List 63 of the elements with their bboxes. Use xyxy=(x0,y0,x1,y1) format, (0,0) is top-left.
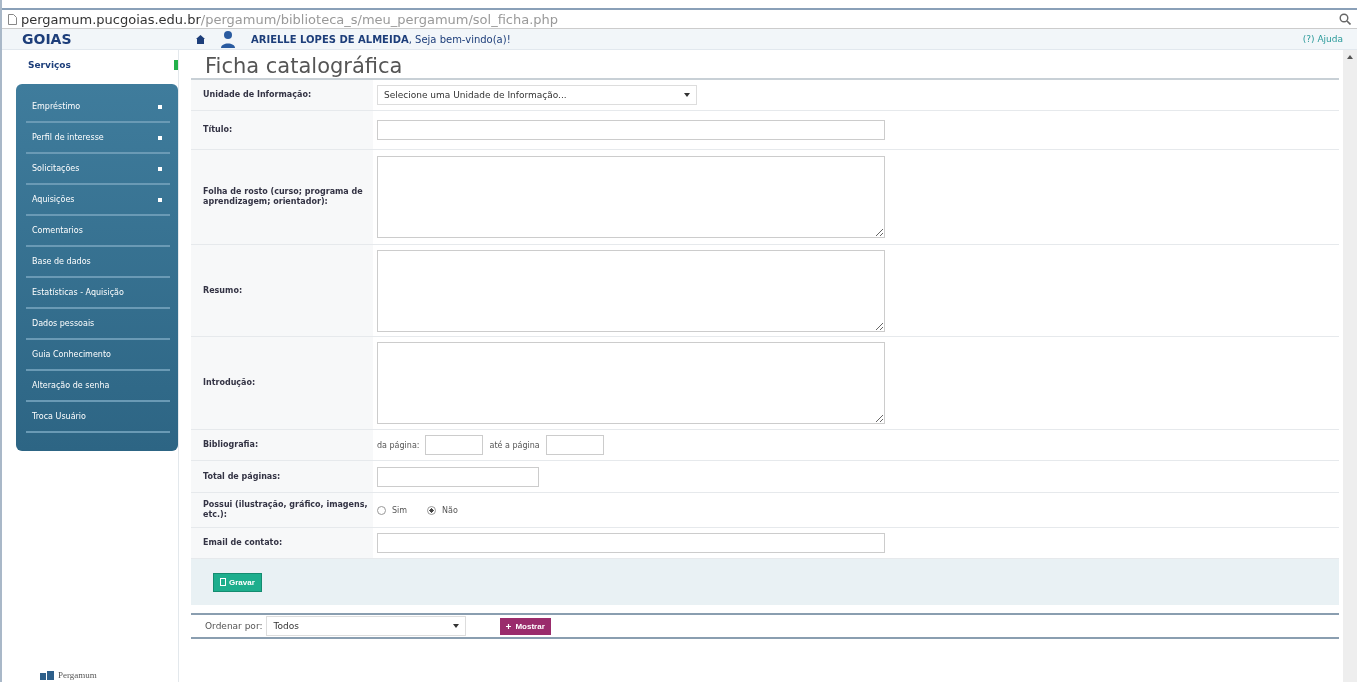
footer-text: Pergamum xyxy=(58,670,97,680)
home-icon[interactable] xyxy=(196,34,205,44)
plus-icon xyxy=(506,623,512,629)
field-label: Email de contato: xyxy=(191,528,373,558)
logo-text: GOIAS xyxy=(22,33,73,45)
field-label: Folha de rosto (curso; programa de aprendizagem; orientador): xyxy=(191,150,373,244)
scroll-up-icon[interactable] xyxy=(1347,54,1353,60)
sort-select[interactable]: Todos xyxy=(266,616,467,636)
menu-item[interactable]: Aquisições xyxy=(26,185,170,216)
unit-select[interactable]: Selecione uma Unidade de Informação... xyxy=(377,85,697,105)
page-title: Ficha catalográfica xyxy=(204,54,404,78)
field-label: Bibliografia: xyxy=(191,430,373,460)
input-field[interactable] xyxy=(425,435,484,455)
from-label: da página: xyxy=(377,440,420,450)
field-label: Possui (ilustração, gráfico, imagens, etc.): xyxy=(191,493,373,527)
menu-item[interactable]: Comentarios xyxy=(26,216,170,247)
scrollbar[interactable] xyxy=(1343,50,1357,682)
to-label: até a página xyxy=(489,440,540,450)
input-field[interactable] xyxy=(545,435,604,455)
submenu-arrow-icon xyxy=(158,197,162,202)
field-label: Introdução: xyxy=(191,337,373,429)
field-label: Título: xyxy=(191,111,373,149)
caret-icon xyxy=(453,623,460,629)
greeting-text: , Seja bem-vindo(a)! xyxy=(408,33,511,45)
page-icon xyxy=(8,13,17,25)
save-button[interactable]: Gravar xyxy=(213,572,262,592)
show-button[interactable]: Mostrar xyxy=(500,617,551,635)
menu-item[interactable]: Perfil de interesse xyxy=(26,123,170,154)
url-text: pergamum.pucgoias.edu.br/pergamum/biblioteca_s/meu_pergamum/sol_ficha.php xyxy=(21,11,559,27)
avatar-icon xyxy=(219,30,237,48)
books-icon xyxy=(40,670,54,680)
radio-button[interactable] xyxy=(377,505,386,515)
menu-item[interactable]: Estatísticas - Aquisição xyxy=(26,278,170,309)
input-field[interactable] xyxy=(377,466,539,487)
search-icon[interactable] xyxy=(1339,13,1351,25)
submenu-arrow-icon xyxy=(158,166,162,171)
caret-icon xyxy=(684,92,690,98)
user-name: ARIELLE LOPES DE ALMEIDA xyxy=(251,33,409,45)
menu-item[interactable]: Alteração de senha xyxy=(26,371,170,402)
collapse-icon[interactable] xyxy=(174,60,178,70)
menu-item[interactable]: Guia Conhecimento xyxy=(26,340,170,371)
sidebar-title: Serviços xyxy=(28,60,71,70)
menu-item[interactable]: Dados pessoais xyxy=(26,309,170,340)
input-field[interactable] xyxy=(377,533,885,553)
field-label: Resumo: xyxy=(191,245,373,336)
menu-item[interactable]: Troca Usuário xyxy=(26,402,170,433)
radio-label: Sim xyxy=(392,505,408,515)
document-icon xyxy=(220,578,226,586)
sort-label: Ordenar por: xyxy=(205,621,263,631)
menu-item[interactable]: Empréstimo xyxy=(26,92,170,123)
radio-button[interactable] xyxy=(427,505,437,515)
field-label: Unidade de Informação: xyxy=(191,80,373,110)
input-field[interactable] xyxy=(377,120,885,140)
submenu-arrow-icon xyxy=(158,135,162,140)
text-area[interactable] xyxy=(377,156,885,238)
menu-item[interactable]: Solicitações xyxy=(26,154,170,185)
text-area[interactable] xyxy=(377,342,885,424)
field-label: Total de páginas: xyxy=(191,461,373,492)
help-link[interactable]: (?) Ajuda xyxy=(1302,34,1343,44)
radio-label: Não xyxy=(442,505,458,515)
menu-item[interactable]: Base de dados xyxy=(26,247,170,278)
text-area[interactable] xyxy=(377,249,885,332)
submenu-arrow-icon xyxy=(158,104,162,109)
